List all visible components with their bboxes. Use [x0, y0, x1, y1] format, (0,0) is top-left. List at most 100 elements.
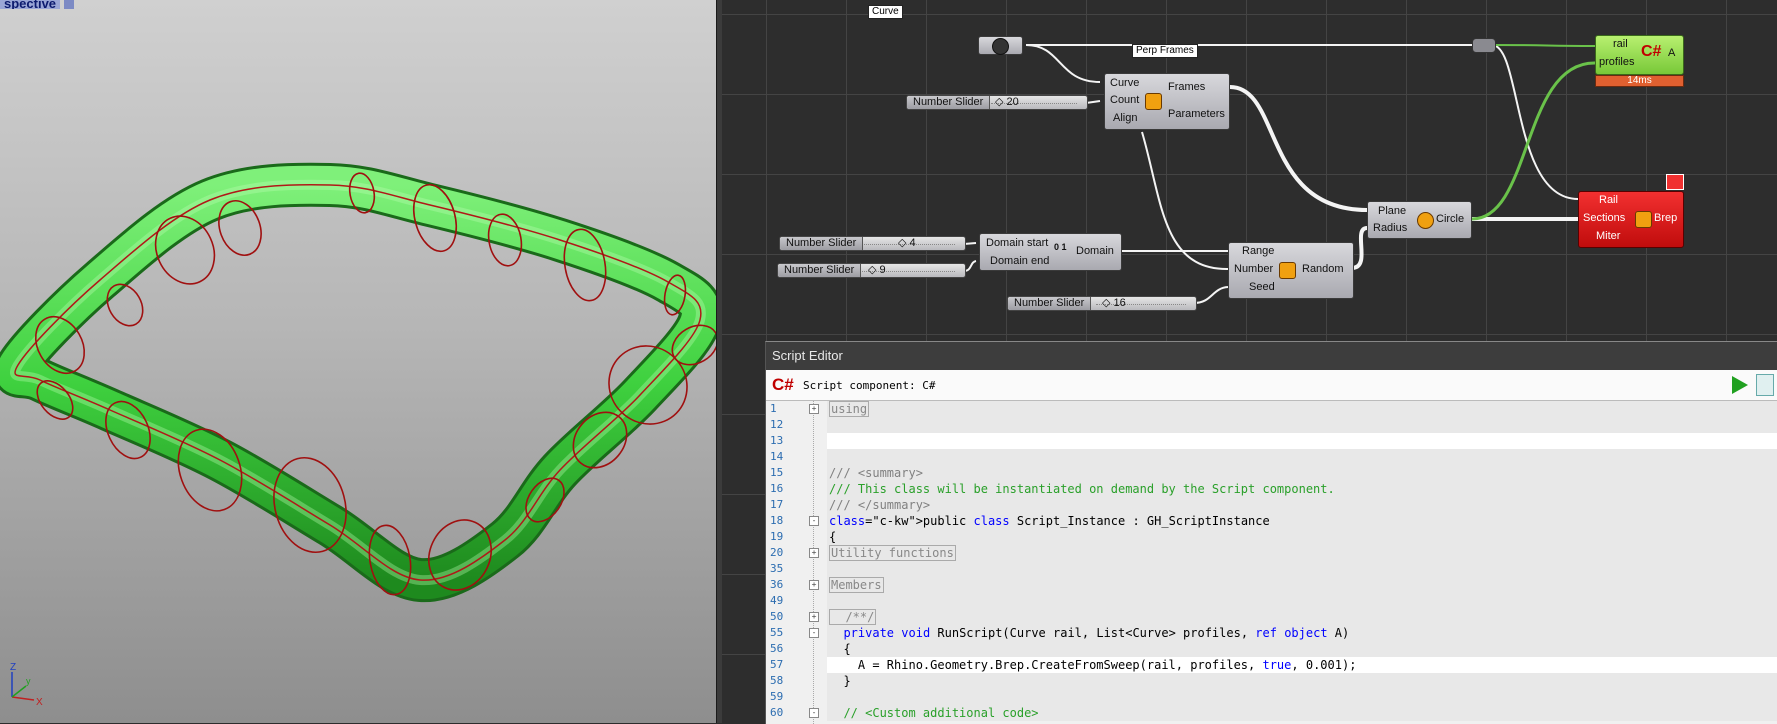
code-text[interactable]: /// This class will be instantiated on d… — [827, 481, 1777, 497]
code-text[interactable] — [827, 593, 1777, 609]
code-text[interactable]: // <Custom additional code> — [827, 705, 1777, 721]
output-random[interactable]: Random — [1302, 263, 1344, 275]
input-domain-start[interactable]: Domain start — [986, 237, 1048, 249]
code-line[interactable]: 13 — [766, 433, 1777, 449]
code-line[interactable]: 12 — [766, 417, 1777, 433]
code-area[interactable]: 1 + using 12 13 14 15 /// <summary> 16 /// This c… — [766, 401, 1777, 724]
code-line[interactable]: 35 — [766, 561, 1777, 577]
code-text[interactable]: using — [827, 401, 1777, 417]
number-slider-domain-end[interactable]: Number Slider ◇ 9 — [777, 263, 966, 278]
input-sections[interactable]: Sections — [1583, 212, 1625, 224]
input-miter[interactable]: Miter — [1596, 230, 1620, 242]
code-text[interactable]: A = Rhino.Geometry.Brep.CreateFromSweep(… — [827, 657, 1777, 673]
code-line[interactable]: 14 — [766, 449, 1777, 465]
number-slider-count[interactable]: Number Slider ◇ 20 — [906, 95, 1088, 110]
code-text[interactable]: { — [827, 641, 1777, 657]
output-parameters[interactable]: Parameters — [1168, 108, 1225, 120]
input-domain-end[interactable]: Domain end — [990, 255, 1049, 267]
code-text[interactable]: } — [827, 673, 1777, 689]
code-text[interactable]: /// </summary> — [827, 497, 1777, 513]
circle-component[interactable]: Plane Radius Circle — [1367, 201, 1472, 239]
input-rail[interactable]: rail — [1613, 38, 1628, 50]
collapse-fold-icon[interactable]: - — [809, 516, 819, 526]
error-balloon-icon[interactable] — [1666, 174, 1684, 190]
sweep-component[interactable]: Rail Sections Miter Brep — [1578, 191, 1684, 248]
viewport-menu-icon[interactable] — [64, 0, 74, 9]
code-line[interactable]: 18 - class="c-kw">public class Script_Inst… — [766, 513, 1777, 529]
expand-fold-icon[interactable]: + — [809, 548, 819, 558]
input-number[interactable]: Number — [1234, 263, 1273, 275]
code-line[interactable]: 36 + Members — [766, 577, 1777, 593]
code-text[interactable] — [827, 689, 1777, 705]
code-text[interactable] — [827, 449, 1777, 465]
line-number: 18 — [770, 514, 784, 527]
code-text[interactable]: Utility functions — [827, 545, 1777, 561]
code-text[interactable] — [827, 561, 1777, 577]
output-frames[interactable]: Frames — [1168, 81, 1205, 93]
domain-icon: 0 1 — [1054, 242, 1067, 252]
line-number: 56 — [770, 642, 784, 655]
input-curve[interactable]: Curve — [1110, 77, 1139, 89]
slider-value: ◇ 4 — [898, 237, 916, 249]
code-line[interactable]: 15 /// <summary> — [766, 465, 1777, 481]
code-text[interactable]: private void RunScript(Curve rail, List<… — [827, 625, 1777, 641]
code-text[interactable]: /// <summary> — [827, 465, 1777, 481]
collapse-fold-icon[interactable]: - — [809, 628, 819, 638]
code-line[interactable]: 58 } — [766, 673, 1777, 689]
expand-fold-icon[interactable]: + — [809, 580, 819, 590]
random-component[interactable]: Range Number Seed Random — [1228, 242, 1354, 299]
csharp-script-component[interactable]: rail profiles C# A — [1595, 35, 1684, 75]
construct-domain-component[interactable]: Domain start Domain end 0 1 Domain — [979, 233, 1122, 271]
code-text[interactable]: Members — [827, 577, 1777, 593]
random-dice-icon — [1279, 262, 1296, 279]
input-count[interactable]: Count — [1110, 94, 1139, 106]
code-text[interactable]: class="c-kw">public class Script_Instanc… — [827, 513, 1777, 529]
rhino-viewport[interactable]: Z y X spective — [0, 0, 716, 723]
input-range[interactable]: Range — [1242, 245, 1274, 257]
output-circle[interactable]: Circle — [1436, 213, 1464, 225]
code-line[interactable]: 50 + /**/ — [766, 609, 1777, 625]
script-editor-window[interactable]: Script Editor C# Script component: C# 1 +… — [765, 341, 1777, 724]
code-token: class="c-kw">public class Script_Instanc… — [829, 514, 1270, 528]
code-token: Utility functions — [829, 545, 956, 561]
code-text[interactable] — [827, 433, 1777, 449]
close-editor-icon[interactable] — [1756, 374, 1774, 396]
run-play-icon[interactable] — [1732, 376, 1748, 394]
csharp-icon: C# — [1641, 43, 1662, 60]
number-slider-seed[interactable]: Number Slider ◇ 16 — [1007, 296, 1197, 311]
input-rail[interactable]: Rail — [1599, 194, 1618, 206]
input-seed[interactable]: Seed — [1249, 281, 1275, 293]
code-line[interactable]: 59 — [766, 689, 1777, 705]
code-line[interactable]: 57 A = Rhino.Geometry.Brep.CreateFromSwe… — [766, 657, 1777, 673]
code-line[interactable]: 17 /// </summary> — [766, 497, 1777, 513]
code-line[interactable]: 16 /// This class will be instantiated on… — [766, 481, 1777, 497]
code-line[interactable]: 60 - // <Custom additional code> — [766, 705, 1777, 721]
collapse-fold-icon[interactable]: - — [809, 708, 819, 718]
code-line[interactable]: 56 { — [766, 641, 1777, 657]
viewport-title[interactable]: spective — [0, 0, 61, 9]
output-a[interactable]: A — [1668, 47, 1675, 59]
expand-fold-icon[interactable]: + — [809, 404, 819, 414]
relay-node[interactable] — [1472, 38, 1496, 53]
perp-frames-component[interactable]: Curve Count Align Frames Parameters — [1104, 73, 1230, 130]
input-profiles[interactable]: profiles — [1599, 56, 1634, 68]
expand-fold-icon[interactable]: + — [809, 612, 819, 622]
code-line[interactable]: 19 { — [766, 529, 1777, 545]
line-number: 50 — [770, 610, 784, 623]
code-line[interactable]: 1 + using — [766, 401, 1777, 417]
code-token: /// This class will be instantiated on d… — [829, 482, 1335, 496]
input-align[interactable]: Align — [1113, 112, 1137, 124]
code-text[interactable]: { — [827, 529, 1777, 545]
input-radius[interactable]: Radius — [1373, 222, 1407, 234]
input-plane[interactable]: Plane — [1378, 205, 1406, 217]
slider-label: Number Slider — [778, 264, 862, 277]
code-text[interactable]: /**/ — [827, 609, 1777, 625]
code-line[interactable]: 55 - private void RunScript(Curve rail, L… — [766, 625, 1777, 641]
curve-param[interactable] — [978, 36, 1023, 55]
code-text[interactable] — [827, 417, 1777, 433]
number-slider-domain-start[interactable]: Number Slider ◇ 4 — [779, 236, 966, 251]
code-line[interactable]: 49 — [766, 593, 1777, 609]
code-line[interactable]: 20 + Utility functions — [766, 545, 1777, 561]
output-domain[interactable]: Domain — [1076, 245, 1114, 257]
output-brep[interactable]: Brep — [1654, 212, 1677, 224]
